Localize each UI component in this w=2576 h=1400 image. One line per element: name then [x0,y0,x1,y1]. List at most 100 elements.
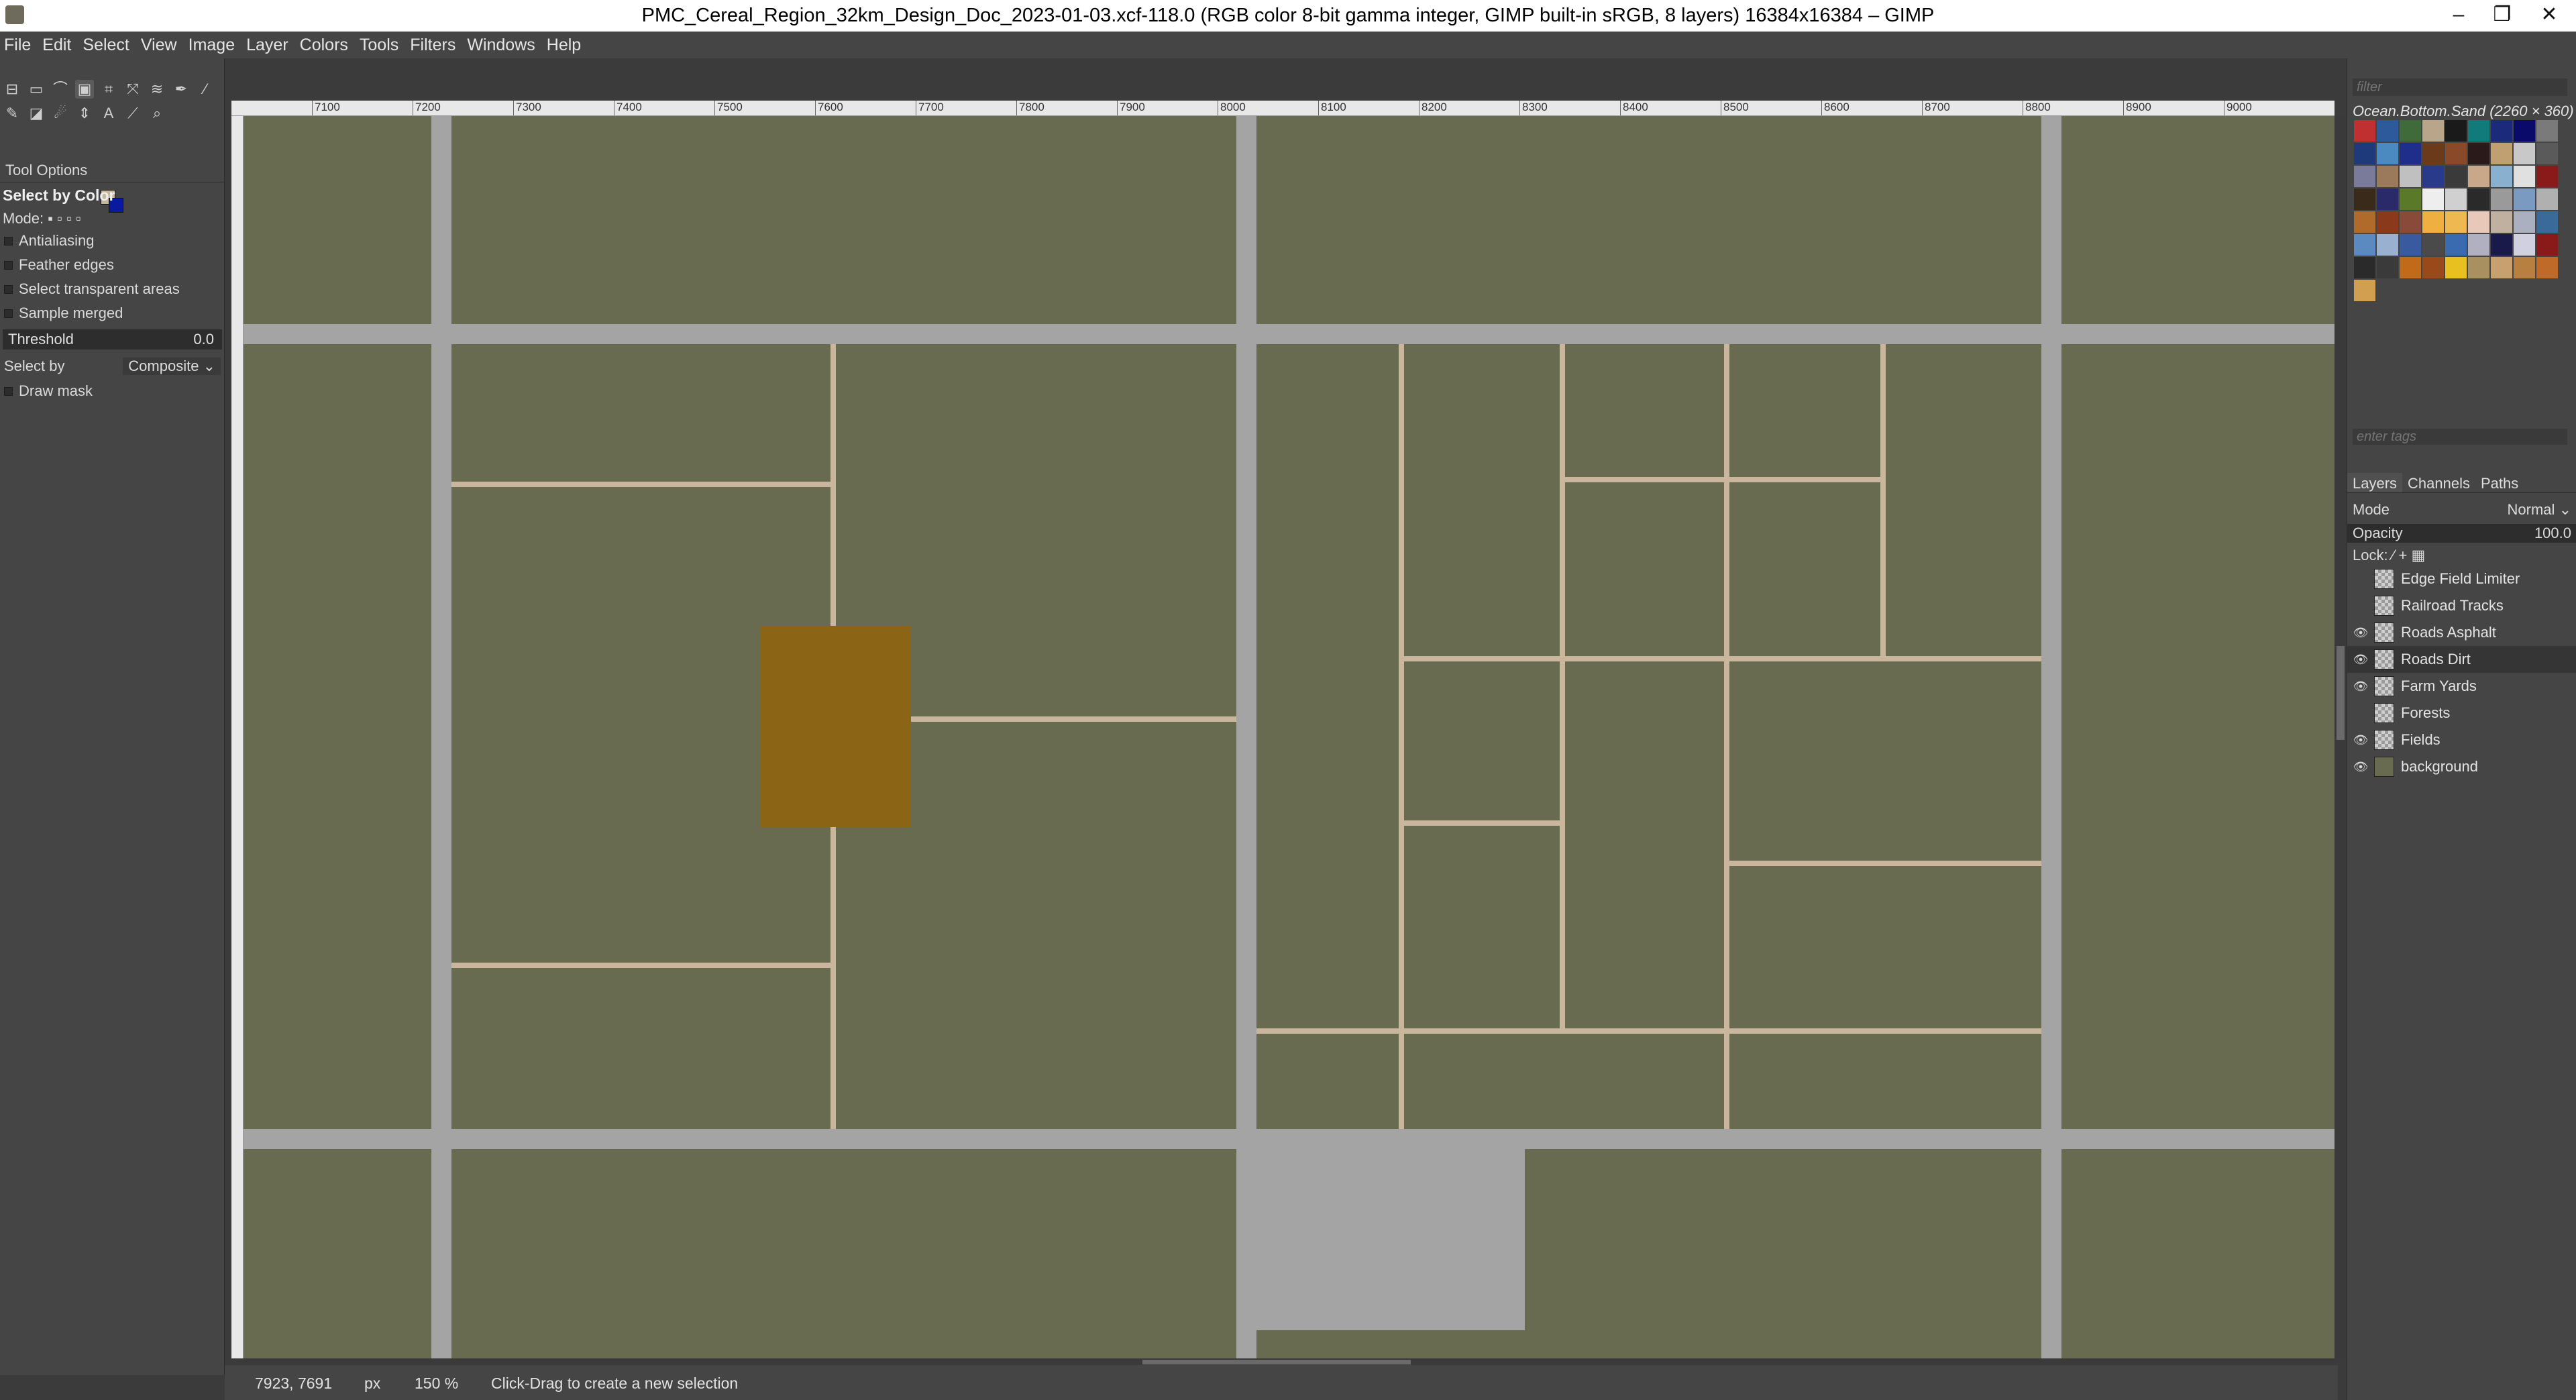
lock-position-icon[interactable]: + [2399,547,2408,563]
layer-row[interactable]: 👁 Fields [2347,726,2576,753]
pattern-swatch[interactable] [2468,257,2489,278]
pattern-swatch[interactable] [2400,211,2421,233]
menu-help[interactable]: Help [547,36,581,55]
warp-tool-icon[interactable]: ≋ [148,80,166,99]
crop-tool-icon[interactable]: ⌗ [99,80,118,99]
tool-options-tab[interactable]: Tool Options [0,159,225,182]
pattern-swatch[interactable] [2422,166,2444,187]
pattern-swatch[interactable] [2468,234,2489,256]
pattern-swatch[interactable] [2400,234,2421,256]
pattern-grid[interactable] [2354,120,2562,301]
pattern-swatch[interactable] [2514,234,2535,256]
pattern-swatch[interactable] [2491,211,2512,233]
menu-colors[interactable]: Colors [300,36,348,55]
pattern-swatch[interactable] [2445,120,2467,142]
pattern-swatch[interactable] [2536,234,2558,256]
pattern-swatch[interactable] [2536,120,2558,142]
select-by-dropdown[interactable]: Composite ⌄ [123,358,221,375]
pattern-swatch[interactable] [2536,166,2558,187]
lasso-tool-icon[interactable]: ⌒ [51,80,70,99]
menu-select[interactable]: Select [83,36,129,55]
zoom-selector[interactable]: 150 % [415,1375,458,1393]
pattern-swatch[interactable] [2377,257,2398,278]
pattern-swatch[interactable] [2422,257,2444,278]
layer-row[interactable]: 👁 Roads Dirt [2347,646,2576,673]
checkbox-box[interactable] [4,260,13,270]
eye-icon[interactable]: 👁 [2347,653,2374,667]
text-tool-icon[interactable]: A [99,104,118,123]
pattern-filter-input[interactable] [2353,78,2567,96]
pattern-swatch[interactable] [2445,189,2467,210]
eye-icon[interactable]: 👁 [2347,733,2374,747]
pattern-swatch[interactable] [2354,257,2375,278]
vertical-scrollbar[interactable] [2334,116,2347,1358]
pattern-swatch[interactable] [2468,120,2489,142]
menu-file[interactable]: File [4,36,31,55]
measure-tool-icon[interactable]: ⇕ [75,104,94,123]
pattern-swatch[interactable] [2536,189,2558,210]
pattern-swatch[interactable] [2445,234,2467,256]
menu-image[interactable]: Image [189,36,235,55]
pattern-swatch[interactable] [2468,166,2489,187]
bucket-fill-tool-icon[interactable]: ◪ [27,104,46,123]
pattern-swatch[interactable] [2468,211,2489,233]
menu-view[interactable]: View [141,36,177,55]
eye-icon[interactable]: 👁 [2347,680,2374,694]
layer-row[interactable]: 👁 Roads Asphalt [2347,619,2576,646]
layer-mode-dropdown[interactable]: Normal ⌄ [2508,501,2571,519]
pattern-swatch[interactable] [2377,234,2398,256]
draw-mask-checkbox[interactable]: Draw mask [0,379,225,403]
pattern-swatch[interactable] [2354,234,2375,256]
pattern-swatch[interactable] [2354,211,2375,233]
pattern-swatch[interactable] [2400,189,2421,210]
transform-tool-icon[interactable]: ⤧ [123,80,142,99]
menu-layer[interactable]: Layer [246,36,288,55]
threshold-slider[interactable]: Threshold 0.0 [3,329,222,349]
pattern-swatch[interactable] [2422,234,2444,256]
menu-edit[interactable]: Edit [42,36,71,55]
pattern-swatch[interactable] [2422,189,2444,210]
pattern-swatch[interactable] [2422,143,2444,164]
menu-filters[interactable]: Filters [410,36,455,55]
pattern-swatch[interactable] [2514,143,2535,164]
layer-row[interactable]: 👁 background [2347,753,2576,780]
pattern-swatch[interactable] [2354,166,2375,187]
zoom-tool-icon[interactable]: ⌕ [148,104,166,123]
pattern-swatch[interactable] [2468,143,2489,164]
pattern-swatch[interactable] [2491,120,2512,142]
pattern-swatch[interactable] [2491,189,2512,210]
pattern-swatch[interactable] [2536,211,2558,233]
checkbox-box[interactable] [4,236,13,246]
pattern-swatch[interactable] [2377,166,2398,187]
pattern-swatch[interactable] [2514,120,2535,142]
pattern-swatch[interactable] [2377,120,2398,142]
pattern-swatch[interactable] [2491,143,2512,164]
pattern-swatch[interactable] [2445,257,2467,278]
color-picker-tool-icon[interactable]: ⁄ [196,80,215,99]
opacity-slider[interactable]: Opacity 100.0 [2347,524,2576,543]
layer-row[interactable]: 👁 Farm Yards [2347,673,2576,700]
tags-input[interactable] [2353,429,2567,445]
tab-paths[interactable]: Paths [2475,473,2524,492]
pattern-swatch[interactable] [2445,211,2467,233]
pattern-swatch[interactable] [2377,211,2398,233]
pattern-swatch[interactable] [2422,120,2444,142]
pattern-swatch[interactable] [2514,166,2535,187]
unit-selector[interactable]: px [364,1375,380,1393]
paintbrush-tool-icon[interactable]: ✎ [3,104,21,123]
pattern-swatch[interactable] [2491,257,2512,278]
pattern-swatch[interactable] [2491,234,2512,256]
eye-icon[interactable]: 👁 [2347,760,2374,774]
layer-row[interactable]: Railroad Tracks [2347,592,2576,619]
pattern-swatch[interactable] [2400,120,2421,142]
pattern-swatch[interactable] [2445,143,2467,164]
pattern-swatch[interactable] [2354,189,2375,210]
minimize-button[interactable]: – [2438,0,2479,32]
scrollbar-thumb[interactable] [1142,1360,1411,1364]
horizontal-scrollbar[interactable] [244,1358,2334,1365]
horizontal-ruler[interactable]: 7100 7200 7300 7400 7500 7600 7700 7800 … [231,101,2334,116]
pattern-swatch[interactable] [2377,143,2398,164]
tab-layers[interactable]: Layers [2347,473,2403,492]
paths-tool-icon[interactable]: ✒ [172,80,191,99]
layer-row[interactable]: Edge Field Limiter [2347,566,2576,592]
